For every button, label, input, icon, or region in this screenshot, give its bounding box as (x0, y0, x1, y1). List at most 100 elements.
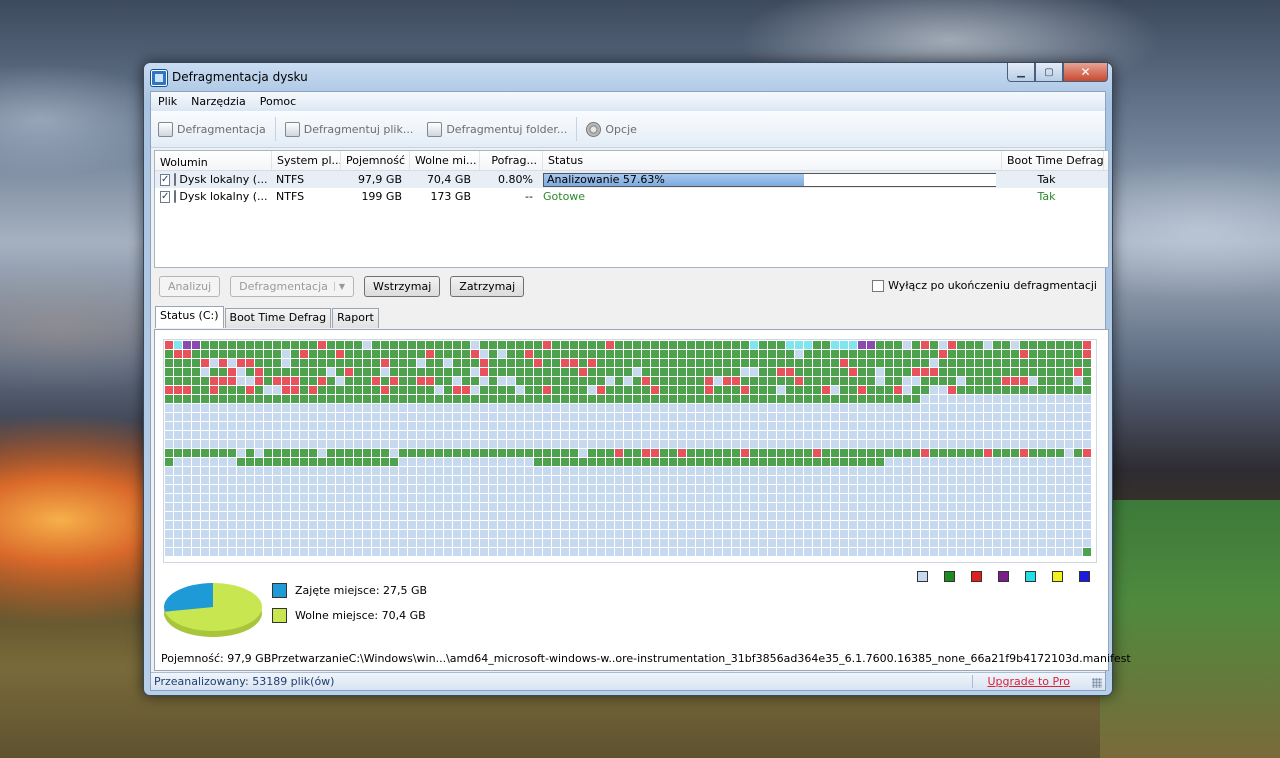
cluster-block (183, 350, 191, 358)
resize-grip[interactable] (1092, 678, 1102, 688)
cluster-block (678, 494, 686, 502)
cluster-block (363, 341, 371, 349)
menu-plik[interactable]: Plik (151, 92, 184, 111)
cluster-block (219, 404, 227, 412)
cluster-block (885, 476, 893, 484)
cluster-block (867, 413, 875, 421)
cluster-block (1038, 386, 1046, 394)
chevron-down-icon[interactable]: ▼ (333, 282, 345, 291)
maximize-button[interactable]: ▢ (1035, 63, 1063, 82)
cluster-block (489, 431, 497, 439)
toolbar-defrag-folder-button[interactable]: Defragmentuj folder... (420, 117, 574, 141)
cluster-block (939, 341, 947, 349)
cluster-block (1065, 512, 1073, 520)
volume-checkbox[interactable]: ✓ (160, 173, 171, 186)
column-header-fragmented[interactable]: Pofrag... (480, 151, 543, 170)
cluster-block (795, 377, 803, 385)
cluster-block (642, 377, 650, 385)
cluster-block (192, 503, 200, 511)
cluster-block (1083, 485, 1091, 493)
tab-report[interactable]: Raport (332, 308, 379, 328)
pause-button[interactable]: Wstrzymaj (364, 276, 441, 297)
cluster-block (354, 530, 362, 538)
cluster-block (435, 404, 443, 412)
cluster-block (489, 548, 497, 556)
volume-checkbox[interactable]: ✓ (160, 190, 171, 203)
cluster-block (885, 539, 893, 547)
column-header-free[interactable]: Wolne mi... (410, 151, 480, 170)
close-button[interactable]: ✕ (1063, 63, 1108, 82)
cluster-block (372, 467, 380, 475)
cluster-block (399, 350, 407, 358)
cluster-block (939, 467, 947, 475)
cluster-block (507, 404, 515, 412)
cluster-block (372, 413, 380, 421)
shutdown-checkbox[interactable] (872, 279, 885, 292)
toolbar-options-button[interactable]: Opcje (579, 117, 644, 141)
cluster-block (642, 449, 650, 457)
cluster-block (579, 413, 587, 421)
cluster-block (1074, 467, 1082, 475)
menu-narzedzia[interactable]: Narzędzia (184, 92, 253, 111)
menu-pomoc[interactable]: Pomoc (253, 92, 303, 111)
cluster-block (1038, 377, 1046, 385)
cluster-block (876, 530, 884, 538)
cluster-block (579, 458, 587, 466)
cluster-block (435, 539, 443, 547)
column-header-volume[interactable]: Wolumin (155, 151, 272, 170)
cluster-block (1047, 350, 1055, 358)
cluster-block (633, 467, 641, 475)
cluster-block (552, 548, 560, 556)
cluster-block (615, 413, 623, 421)
cluster-block (921, 467, 929, 475)
analyze-button[interactable]: Analizuj (159, 276, 221, 297)
column-header-filesystem[interactable]: System pl... (272, 151, 341, 170)
cluster-block (840, 476, 848, 484)
cluster-block (804, 503, 812, 511)
defrag-split-button[interactable]: Defragmentacja ▼ (230, 276, 355, 297)
shutdown-option[interactable]: Wyłącz po ukończeniu defragmentacji (872, 279, 1097, 292)
cluster-block (750, 431, 758, 439)
cluster-block (894, 413, 902, 421)
minimize-button[interactable]: ▁ (1007, 63, 1035, 82)
cluster-block (183, 530, 191, 538)
cluster-block (561, 404, 569, 412)
cluster-block (498, 530, 506, 538)
title-bar[interactable]: Defragmentacja dysku ▁ ▢ ✕ (144, 63, 1112, 91)
cluster-block (525, 503, 533, 511)
cluster-block (930, 467, 938, 475)
cluster-block (714, 449, 722, 457)
volume-fragmented: 0.80% (498, 173, 533, 186)
toolbar-defrag-file-button[interactable]: Defragmentuj plik... (278, 117, 421, 141)
volume-row[interactable]: ✓ Dysk lokalny (... NTFS 97,9 GB 70,4 GB… (155, 171, 1108, 188)
cluster-block (831, 548, 839, 556)
cluster-block (255, 548, 263, 556)
cluster-block (921, 395, 929, 403)
cluster-block (876, 458, 884, 466)
cluster-block (624, 377, 632, 385)
cluster-block (363, 458, 371, 466)
cluster-block (363, 359, 371, 367)
cluster-block (714, 530, 722, 538)
column-header-status[interactable]: Status (543, 151, 1002, 170)
cluster-block (363, 503, 371, 511)
cluster-block (1038, 485, 1046, 493)
column-header-capacity[interactable]: Pojemność (341, 151, 410, 170)
cluster-block (219, 530, 227, 538)
cluster-block (624, 422, 632, 430)
cluster-block (489, 503, 497, 511)
cluster-block (516, 404, 524, 412)
cluster-block (534, 521, 542, 529)
upgrade-link[interactable]: Upgrade to Pro (972, 675, 1070, 688)
stop-button[interactable]: Zatrzymaj (450, 276, 525, 297)
tab-boot-time-defrag[interactable]: Boot Time Defrag (224, 308, 332, 328)
cluster-block (525, 413, 533, 421)
cluster-block (813, 467, 821, 475)
cluster-block (390, 530, 398, 538)
cluster-block (966, 368, 974, 376)
toolbar-defrag-button[interactable]: Defragmentacja (151, 117, 273, 141)
column-header-boot-defrag[interactable]: Boot Time Defrag (1002, 151, 1104, 170)
volume-row[interactable]: ✓ Dysk lokalny (... NTFS 199 GB 173 GB -… (155, 188, 1108, 205)
cluster-block (723, 485, 731, 493)
tab-status[interactable]: Status (C:) (155, 306, 224, 328)
